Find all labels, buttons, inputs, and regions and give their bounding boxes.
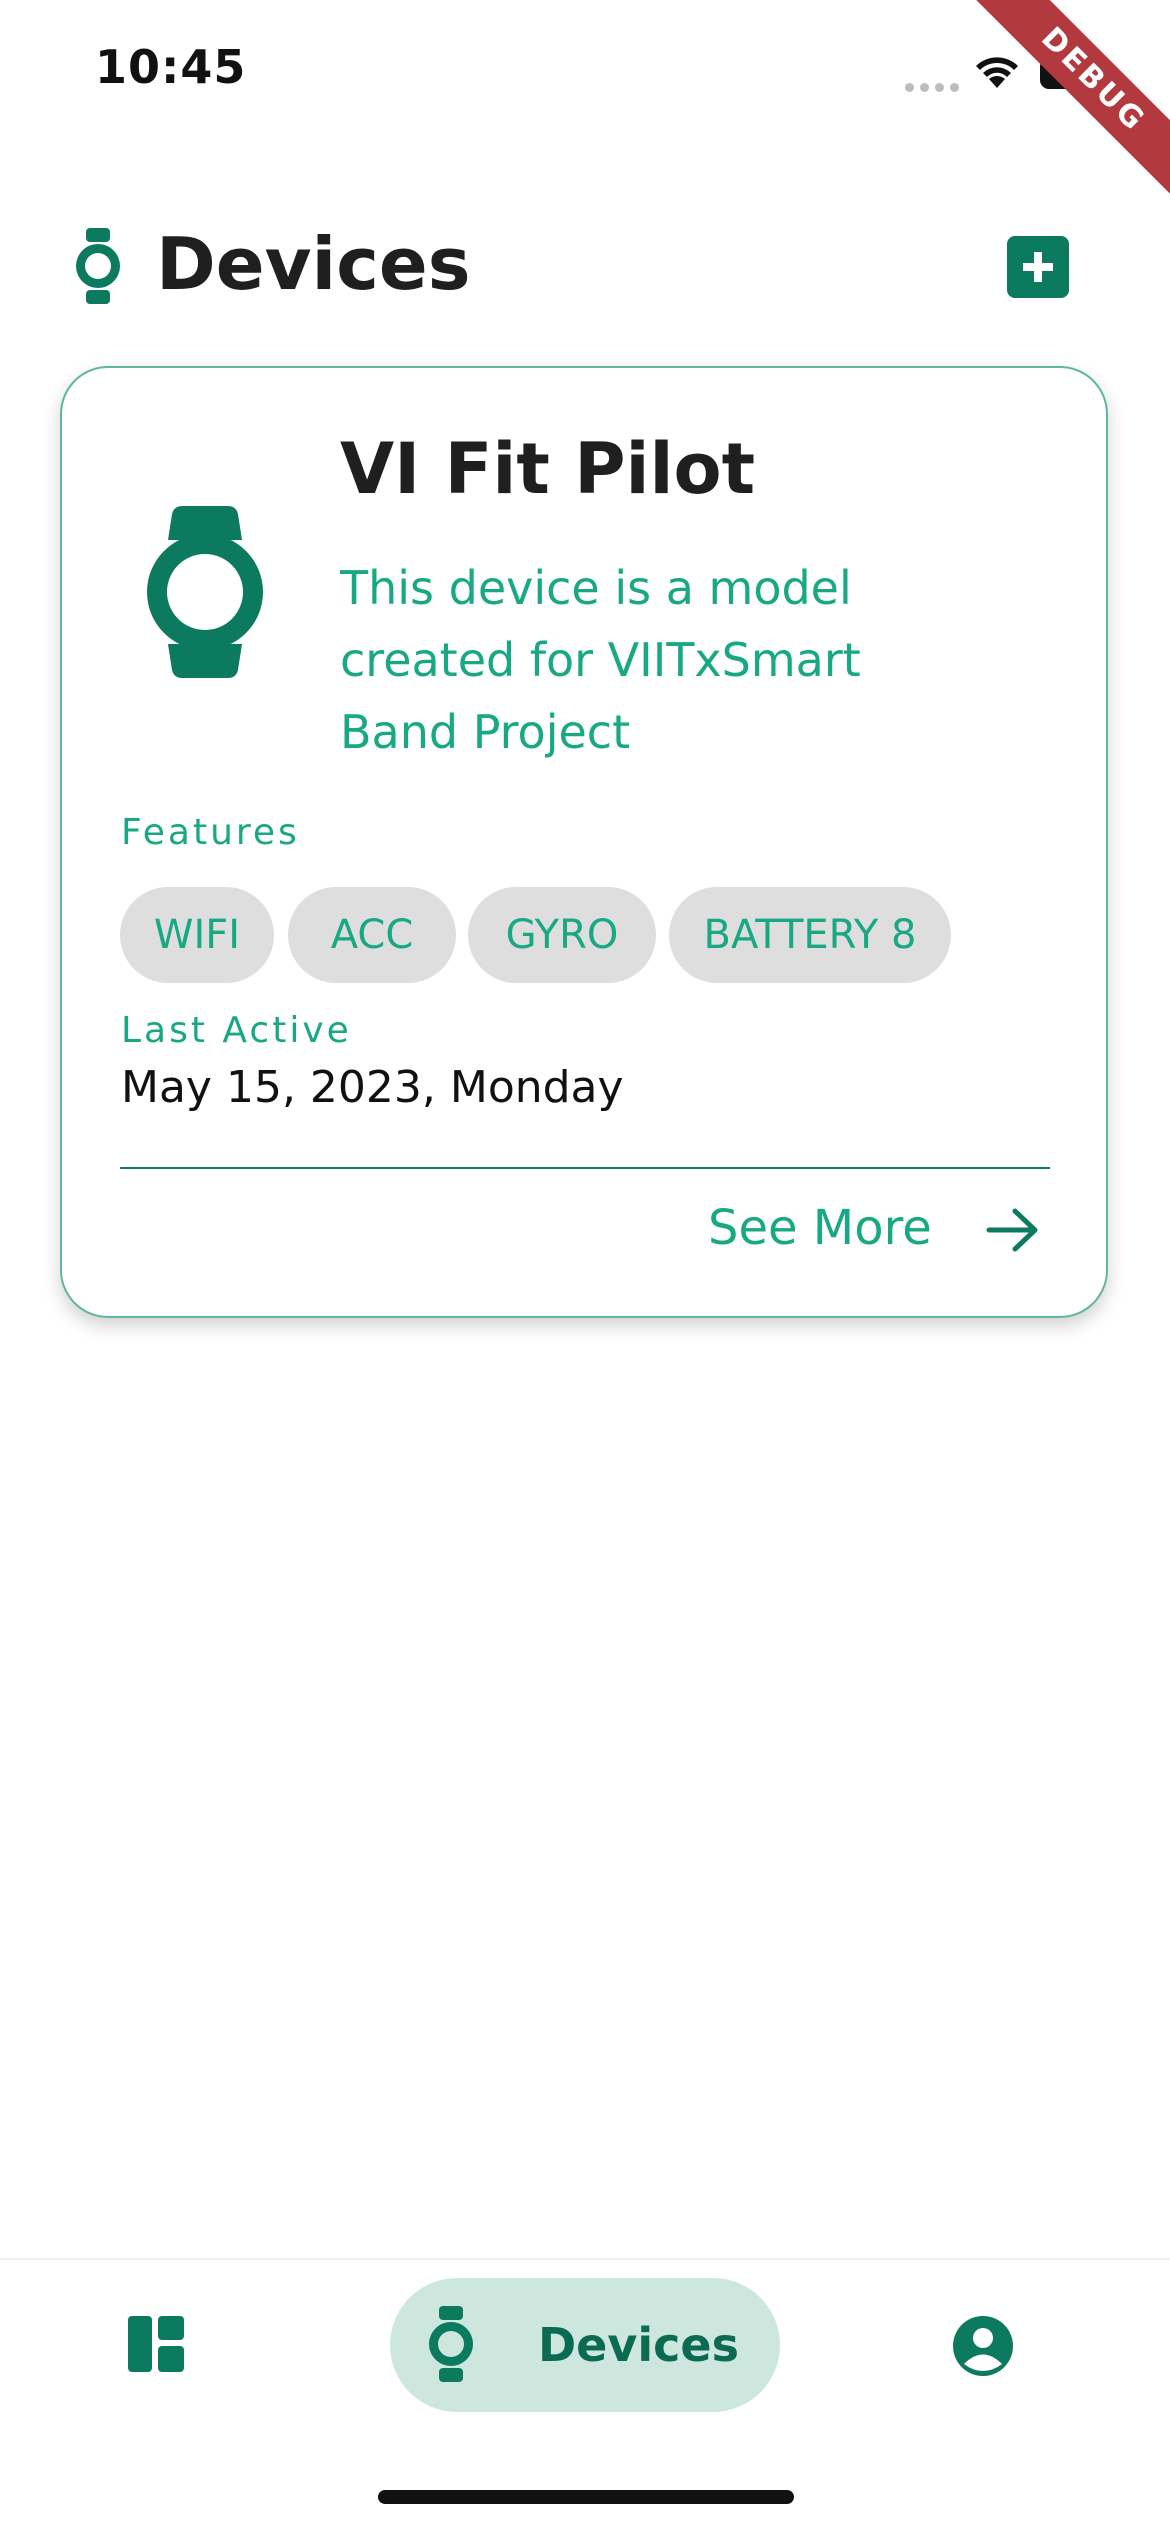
card-divider: [120, 1167, 1050, 1169]
arrow-right-icon[interactable]: [985, 1205, 1041, 1255]
watch-icon: [429, 2306, 473, 2382]
add-device-button[interactable]: [1007, 236, 1069, 298]
device-name: VI Fit Pilot: [340, 428, 756, 510]
feature-chip-acc[interactable]: ACC: [288, 887, 456, 983]
see-more-link[interactable]: See More: [708, 1200, 932, 1256]
feature-chip-battery[interactable]: BATTERY 8: [669, 887, 951, 983]
features-label: Features: [121, 812, 300, 853]
last-active-value: May 15, 2023, Monday: [121, 1062, 624, 1113]
account-circle-icon[interactable]: [952, 2315, 1014, 2377]
watch-icon: [147, 506, 263, 678]
status-time: 10:45: [95, 40, 247, 94]
device-description: This device is a model created for VIITx…: [340, 561, 861, 759]
plus-icon: [1023, 252, 1053, 282]
nav-item-devices-label: Devices: [538, 2318, 739, 2372]
watch-icon: [76, 228, 120, 304]
bottom-nav-divider: [0, 2258, 1170, 2260]
page-title: Devices: [156, 222, 471, 306]
debug-banner: DEBUG: [957, 0, 1170, 216]
wifi-icon: [976, 57, 1018, 88]
feature-chip-wifi[interactable]: WIFI: [120, 887, 274, 983]
home-indicator: [378, 2490, 794, 2504]
feature-chip-gyro[interactable]: GYRO: [468, 887, 656, 983]
dashboard-icon[interactable]: [128, 2316, 184, 2372]
cellular-signal-icon: [905, 83, 959, 92]
last-active-label: Last Active: [121, 1010, 352, 1051]
